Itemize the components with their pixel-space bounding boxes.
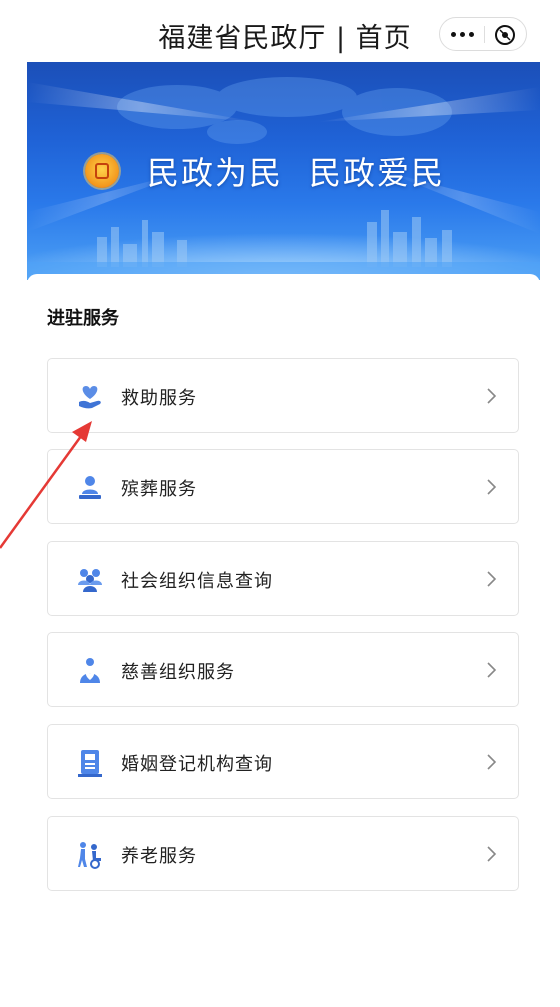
service-card-funeral[interactable]: 殡葬服务 bbox=[47, 449, 519, 524]
more-icon[interactable] bbox=[440, 18, 484, 50]
memorial-icon bbox=[79, 476, 101, 499]
services-panel: 进驻服务 救助服务 殡葬服务 社会组织信息查询 慈善组织服务 婚姻登记机构查询 … bbox=[27, 274, 540, 1007]
chevron-right-icon bbox=[487, 571, 497, 587]
mini-program-capsule bbox=[439, 17, 527, 51]
hand-heart-icon bbox=[79, 386, 101, 409]
charity-person-icon bbox=[80, 658, 100, 683]
banner-slogan: 民政为民 民政爱民 bbox=[85, 148, 535, 194]
group-icon bbox=[78, 569, 102, 592]
slogan-text-2: 民政爱民 bbox=[309, 154, 446, 192]
service-label: 婚姻登记机构查询 bbox=[121, 754, 273, 775]
chevron-right-icon bbox=[487, 754, 497, 770]
service-label: 殡葬服务 bbox=[121, 479, 197, 500]
service-card-rescue[interactable]: 救助服务 bbox=[47, 358, 519, 433]
service-label: 救助服务 bbox=[121, 388, 197, 409]
banner: 民政为民 民政爱民 bbox=[27, 62, 540, 280]
service-card-elderly-care[interactable]: 养老服务 bbox=[47, 816, 519, 891]
service-card-marriage-registry[interactable]: 婚姻登记机构查询 bbox=[47, 724, 519, 799]
certificate-icon bbox=[78, 750, 102, 777]
civil-affairs-emblem-icon bbox=[85, 154, 119, 188]
chevron-right-icon bbox=[487, 662, 497, 678]
service-label: 养老服务 bbox=[121, 846, 197, 867]
chevron-right-icon bbox=[487, 846, 497, 862]
service-card-social-org-query[interactable]: 社会组织信息查询 bbox=[47, 541, 519, 616]
service-label: 慈善组织服务 bbox=[121, 662, 235, 683]
chevron-right-icon bbox=[487, 479, 497, 495]
close-circle-icon[interactable] bbox=[492, 22, 518, 48]
elderly-care-icon bbox=[78, 842, 101, 869]
capsule-divider bbox=[484, 26, 485, 43]
chevron-right-icon bbox=[487, 388, 497, 404]
navigation-bar: 福建省民政厅 | 首页 bbox=[0, 0, 560, 70]
service-label: 社会组织信息查询 bbox=[121, 571, 273, 592]
service-card-charity[interactable]: 慈善组织服务 bbox=[47, 632, 519, 707]
slogan-text-1: 民政为民 bbox=[147, 154, 284, 192]
section-title: 进驻服务 bbox=[47, 308, 119, 329]
